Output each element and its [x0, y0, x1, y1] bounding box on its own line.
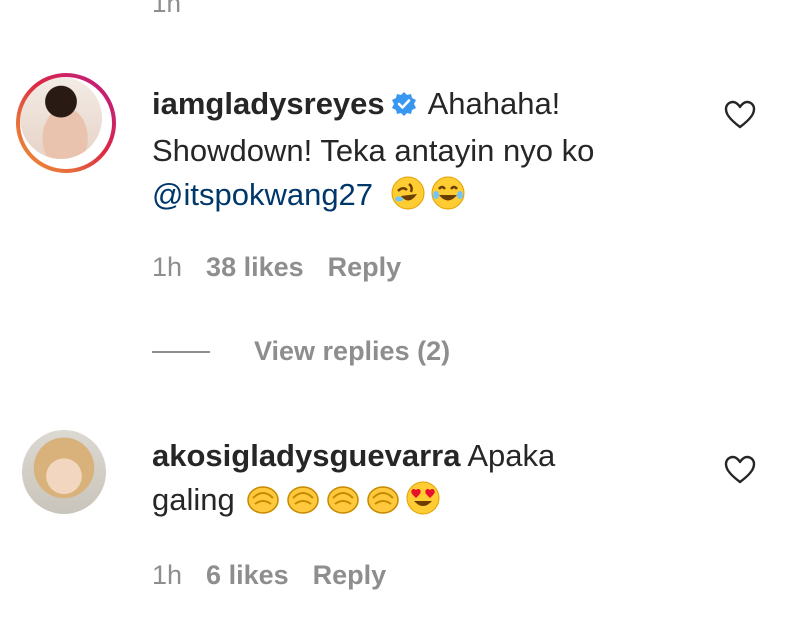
view-replies-button[interactable]: View replies (2) — [152, 336, 450, 367]
comment-username[interactable]: iamgladysreyes — [152, 86, 385, 121]
mention-link[interactable]: @itspokwang27 — [152, 177, 373, 212]
replies-divider — [152, 350, 210, 353]
rolling-on-floor-laughing-emoji — [390, 175, 426, 223]
comment-text-line2: Showdown! Teka antayin nyo ko — [152, 133, 595, 168]
smiling-face-with-heart-eyes-emoji — [405, 480, 441, 528]
comment-text-line1: Apaka — [467, 438, 556, 473]
verified-badge-icon — [391, 85, 417, 129]
avatar — [22, 430, 106, 514]
avatar-wrapper[interactable] — [22, 430, 106, 514]
comment-timestamp[interactable]: 1h — [152, 560, 182, 591]
like-heart-icon[interactable] — [724, 455, 756, 490]
like-heart-icon[interactable] — [724, 100, 756, 135]
comment-body: akosigladysguevarra Apaka galing — [152, 434, 712, 528]
comment-meta: 1h 6 likes Reply — [152, 560, 410, 591]
comment-text-line1: Ahahaha! — [427, 86, 561, 121]
comment-text-line2: galing — [152, 482, 235, 517]
comment-timestamp[interactable]: 1h — [152, 252, 182, 283]
view-replies-label: View replies (2) — [254, 336, 451, 366]
likes-count[interactable]: 6 likes — [206, 560, 289, 591]
comment-body: iamgladysreyes Ahahaha! Showdown! Teka a… — [152, 82, 712, 223]
clapping-hands-emoji — [285, 480, 321, 528]
avatar — [20, 77, 102, 159]
avatar-story-ring[interactable] — [16, 73, 116, 173]
comment-meta: 1h 38 likes Reply — [152, 252, 425, 283]
clapping-hands-emoji — [365, 480, 401, 528]
clapping-hands-emoji — [325, 480, 361, 528]
reply-button[interactable]: Reply — [328, 252, 402, 283]
clapping-hands-emoji — [245, 480, 281, 528]
face-with-tears-of-joy-emoji — [430, 175, 466, 223]
previous-comment-timestamp: 1h — [152, 0, 181, 18]
reply-button[interactable]: Reply — [313, 560, 387, 591]
likes-count[interactable]: 38 likes — [206, 252, 304, 283]
comment-username[interactable]: akosigladysguevarra — [152, 438, 460, 473]
